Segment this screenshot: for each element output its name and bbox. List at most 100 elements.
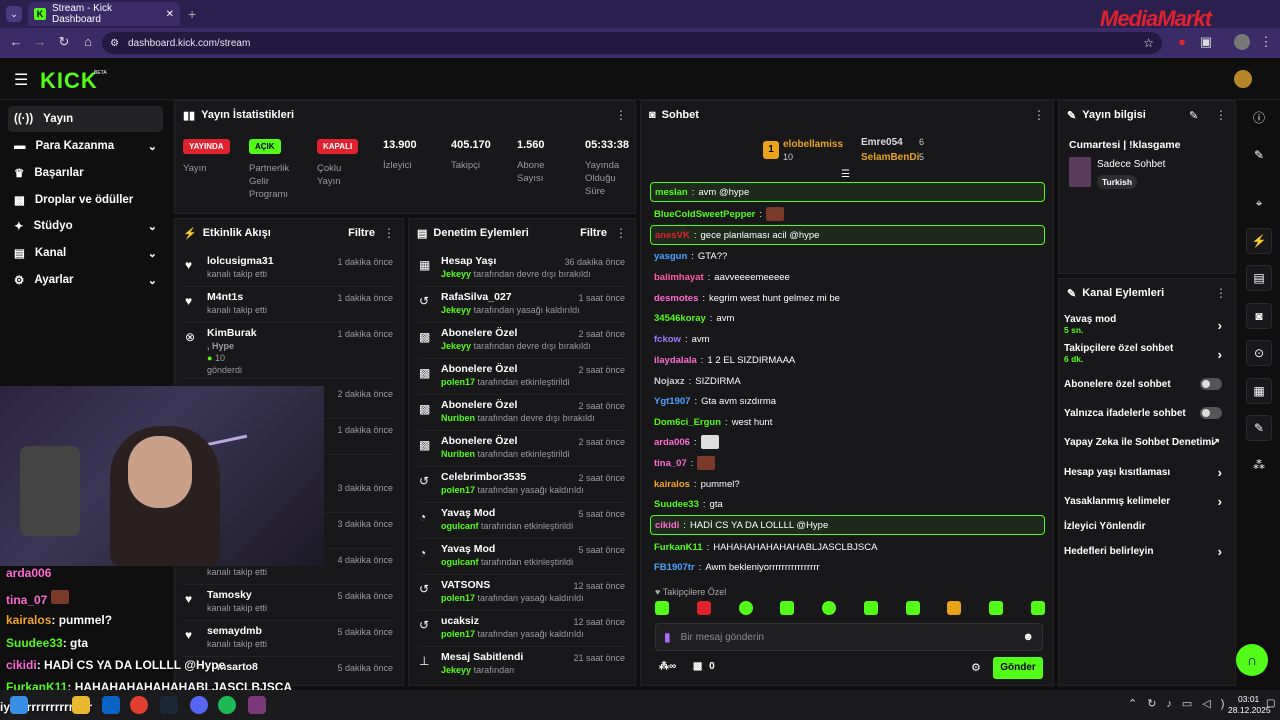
home-icon[interactable]: ⌂ [80, 34, 96, 50]
tray-icons[interactable]: ⌃↻♪▭◁) [1128, 697, 1234, 710]
emote-icon[interactable] [863, 601, 878, 615]
goals-item[interactable]: Hedefleri belirleyin › [1064, 543, 1230, 559]
chat-username[interactable]: Ygt1907 [654, 396, 690, 407]
notification-icon[interactable]: ▢ [1266, 698, 1275, 709]
filter-button[interactable]: Filtre [580, 227, 607, 239]
broadcast-icon[interactable]: ⊙ [1246, 340, 1272, 366]
top-gifter-2[interactable]: Emre054 [861, 137, 903, 148]
steam-icon[interactable] [160, 696, 178, 714]
chat-username[interactable]: anesVK [655, 230, 690, 241]
chat-settings-icon[interactable]: ⚙ [971, 661, 981, 674]
more-options-icon[interactable]: ⋮ [1215, 108, 1227, 122]
reload-icon[interactable]: ↻ [56, 34, 72, 50]
chat-username[interactable]: ilaydalala [654, 355, 697, 366]
more-options-icon[interactable]: ⋮ [383, 226, 395, 240]
user-avatar[interactable] [1234, 70, 1252, 88]
top-gifter-1[interactable]: elobellamiss [783, 139, 843, 150]
back-icon[interactable]: ← [8, 34, 24, 50]
kick-logo[interactable]: KICK [40, 68, 98, 94]
chat-username[interactable]: fckow [654, 334, 681, 345]
emoji-icon[interactable]: ☻ [1022, 631, 1034, 643]
wrench-icon[interactable]: ✎ [1246, 415, 1272, 441]
chrome-icon[interactable] [130, 696, 148, 714]
layout-icon[interactable]: ▦ [1246, 378, 1272, 404]
focus-icon[interactable]: ⌖ [1246, 190, 1272, 216]
gift-icon[interactable]: ▩ [693, 661, 702, 672]
filter-button[interactable]: Filtre [348, 227, 375, 239]
support-headset-icon[interactable]: ∩ [1236, 644, 1268, 676]
account-age-item[interactable]: Hesap yaşı kısıtlaması › [1064, 464, 1230, 480]
sidebar-item-ayarlar[interactable]: ⚙ Ayarlar ⌄ [8, 267, 163, 293]
bookmark-star-icon[interactable]: ☆ [1143, 36, 1154, 50]
discord-icon[interactable] [190, 696, 208, 714]
sidebar-item-droplar[interactable]: ▩ Droplar ve ödüller [8, 187, 163, 213]
outlook-icon[interactable] [102, 696, 120, 714]
emotes-only-toggle[interactable] [1200, 407, 1222, 419]
followers-only-item[interactable]: Takipçilere özel sohbet 6 dk. › [1064, 343, 1230, 369]
sidebar-item-para-kazanma[interactable]: ▬ Para Kazanma ⌄ [8, 133, 163, 159]
new-tab-button[interactable]: + [188, 6, 196, 22]
hamburger-menu-icon[interactable]: ☰ [14, 70, 28, 90]
info-icon[interactable]: ⓘ [1246, 104, 1272, 130]
raid-item[interactable]: İzleyici Yönlendir [1064, 518, 1230, 534]
points-icon[interactable]: ⁂∞ [659, 661, 676, 672]
chat-username[interactable]: Suudee33 [654, 499, 699, 510]
emote-icon[interactable] [822, 601, 837, 615]
chat-username[interactable]: tina_07 [654, 458, 687, 469]
extension-icon[interactable]: ● [1174, 34, 1190, 50]
emote-icon[interactable] [696, 601, 711, 615]
emote-icon[interactable] [738, 601, 753, 615]
subs-only-toggle[interactable] [1200, 378, 1222, 390]
chat-username[interactable]: Nojaxz [654, 376, 685, 387]
collapse-icon[interactable]: ☰ [841, 169, 850, 180]
chat-username[interactable]: 34546koray [654, 313, 706, 324]
app-icon[interactable] [248, 696, 266, 714]
sidebar-item-studyo[interactable]: ✦ Stüdyo ⌄ [8, 213, 163, 239]
apps-icon[interactable]: ⁂ [1246, 452, 1272, 478]
close-tab-icon[interactable]: ✕ [166, 9, 174, 20]
more-options-icon[interactable]: ⋮ [1215, 286, 1227, 300]
emote-icon[interactable] [947, 601, 962, 615]
more-options-icon[interactable]: ⋮ [1033, 108, 1045, 122]
emote-icon[interactable] [1030, 601, 1045, 615]
chat-username[interactable]: BlueColdSweetPepper [654, 209, 755, 220]
ai-moderation-item[interactable]: Yapay Zeka ile Sohbet Denetimi ↗ [1064, 434, 1230, 450]
send-button[interactable]: Gönder [993, 657, 1043, 679]
emote-icon[interactable] [989, 601, 1004, 615]
chat-username[interactable]: kairalos [654, 479, 690, 490]
banned-words-item[interactable]: Yasaklanmış kelimeler › [1064, 493, 1230, 509]
browser-tab[interactable]: K Stream - Kick Dashboard ✕ [28, 2, 180, 26]
chat-username[interactable]: FB1907tr [654, 562, 695, 573]
chat-username[interactable]: Dom6ci_Ergun [654, 417, 721, 428]
chat-username[interactable]: yasgun [654, 251, 687, 262]
browser-menu-icon[interactable]: ⋮ [1258, 34, 1274, 50]
slow-mode-item[interactable]: Yavaş mod 5 sn. › [1064, 314, 1230, 340]
windows-start-icon[interactable] [10, 696, 28, 714]
sidebar-item-kanal[interactable]: ▤ Kanal ⌄ [8, 240, 163, 266]
tab-menu-button[interactable]: ⌄ [6, 6, 22, 22]
chat-username[interactable]: cikidi [655, 520, 679, 531]
document-icon[interactable]: ▤ [1246, 265, 1272, 291]
emote-icon[interactable] [905, 601, 920, 615]
chat-username[interactable]: FurkanK11 [654, 542, 703, 553]
chat-username[interactable]: balimhayat [654, 272, 704, 283]
chat-username[interactable]: desmotes [654, 293, 698, 304]
puzzle-icon[interactable]: ▣ [1198, 34, 1214, 50]
lightning-icon[interactable]: ⚡ [1246, 228, 1272, 254]
url-input[interactable]: ⚙ dashboard.kick.com/stream ☆ [102, 32, 1162, 54]
chat-username[interactable]: arda006 [654, 437, 690, 448]
top-gifter-3[interactable]: SelamBenDi [861, 152, 919, 163]
site-info-icon[interactable]: ⚙ [110, 38, 119, 49]
edit-icon[interactable]: ✎ [1246, 142, 1272, 168]
category-name[interactable]: Sadece Sohbet [1097, 159, 1165, 170]
profile-avatar-icon[interactable] [1234, 34, 1250, 50]
edit-icon[interactable]: ✎ [1189, 109, 1198, 122]
chat-username[interactable]: meslan [655, 187, 688, 198]
sidebar-item-basarilar[interactable]: ♛ Başarılar [8, 160, 163, 186]
explorer-icon[interactable] [72, 696, 90, 714]
more-options-icon[interactable]: ⋮ [615, 108, 627, 122]
chat-message-input[interactable]: ▮ Bir mesaj gönderin ☻ [655, 623, 1043, 651]
emote-icon[interactable] [780, 601, 795, 615]
spotify-icon[interactable] [218, 696, 236, 714]
sidebar-item-yayin[interactable]: ((·)) Yayın [8, 106, 163, 132]
